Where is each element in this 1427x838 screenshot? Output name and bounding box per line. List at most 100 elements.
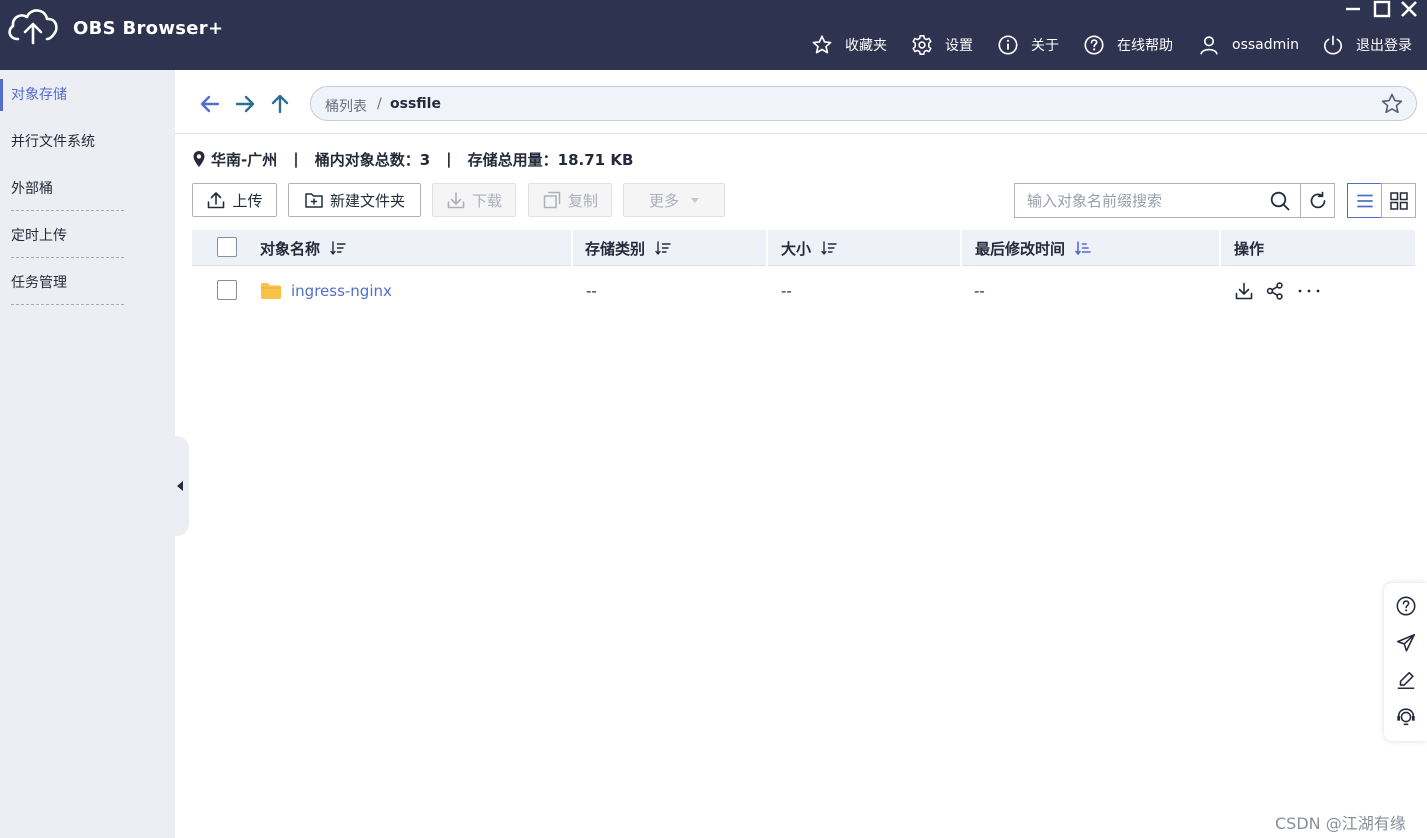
list-view-toggle[interactable]	[1347, 183, 1382, 218]
title-bar: OBS Browser+ 收藏夹 设置 关于 在线帮助 ossadmin 退出登…	[0, 0, 1427, 70]
select-all-checkbox[interactable]	[217, 237, 237, 257]
feedback-edit-icon[interactable]	[1395, 669, 1417, 691]
column-header-last-modified[interactable]: 最后修改时间	[975, 230, 1091, 266]
location-pin-icon	[193, 151, 205, 167]
column-divider	[571, 230, 573, 266]
upload-label: 上传	[232, 191, 263, 210]
search-input[interactable]	[1015, 184, 1263, 217]
column-header-label: 存储类别	[585, 239, 646, 258]
sidebar-item-external-bucket[interactable]: 外部桶	[0, 173, 175, 205]
more-label: 更多	[648, 191, 679, 210]
cloud-upload-logo-icon	[8, 9, 58, 45]
send-icon[interactable]	[1395, 632, 1417, 654]
refresh-button[interactable]	[1300, 183, 1335, 218]
more-options-icon[interactable]	[1296, 281, 1322, 301]
info-separator: |	[446, 150, 452, 168]
table-row[interactable]: ingress-nginx -- -- --	[192, 270, 1415, 312]
search-icon[interactable]	[1269, 190, 1291, 212]
about-link[interactable]: 关于	[997, 33, 1059, 57]
favorites-label: 收藏夹	[845, 38, 887, 54]
sort-active-icon[interactable]	[1075, 240, 1091, 256]
sort-icon[interactable]	[655, 240, 671, 256]
back-arrow-icon[interactable]	[198, 92, 222, 116]
gear-icon	[912, 35, 932, 55]
sidebar: 对象存储 并行文件系统 外部桶 定时上传 任务管理	[0, 70, 175, 838]
about-label: 关于	[1031, 38, 1059, 54]
grid-view-toggle[interactable]	[1381, 183, 1416, 218]
download-button[interactable]: 下载	[432, 183, 516, 217]
user-icon	[1200, 36, 1218, 55]
breadcrumb-bucket-list[interactable]: 桶列表	[325, 96, 367, 116]
online-help-link[interactable]: 在线帮助	[1083, 33, 1173, 57]
download-icon[interactable]	[1234, 281, 1254, 301]
more-dropdown[interactable]: 更多	[623, 183, 725, 217]
column-header-label: 最后修改时间	[975, 239, 1066, 258]
up-arrow-icon[interactable]	[268, 92, 292, 116]
user-menu[interactable]: ossadmin	[1198, 33, 1299, 57]
sort-icon[interactable]	[821, 240, 837, 256]
size-cell: --	[781, 282, 792, 300]
sidebar-divider	[11, 257, 124, 258]
power-icon	[1323, 35, 1343, 55]
maximize-icon[interactable]	[1371, 0, 1393, 20]
minimize-icon[interactable]	[1342, 0, 1364, 20]
column-header-storage-class[interactable]: 存储类别	[585, 230, 671, 266]
share-icon[interactable]	[1265, 281, 1285, 301]
search-box	[1014, 183, 1301, 218]
download-label: 下载	[471, 191, 502, 210]
info-separator: |	[293, 150, 299, 168]
sidebar-collapse-handle[interactable]	[175, 436, 189, 536]
close-icon[interactable]	[1398, 0, 1420, 20]
forward-arrow-icon[interactable]	[233, 92, 257, 116]
online-help-label: 在线帮助	[1117, 38, 1173, 54]
sidebar-item-scheduled-upload[interactable]: 定时上传	[0, 220, 175, 252]
sidebar-item-parallel-fs[interactable]: 并行文件系统	[0, 126, 175, 158]
customer-service-icon[interactable]	[1395, 706, 1417, 728]
help-circle-icon[interactable]	[1395, 595, 1417, 617]
list-view-icon	[1357, 194, 1373, 208]
watermark: CSDN @江湖有缘	[1275, 814, 1406, 833]
sort-icon[interactable]	[330, 240, 346, 256]
breadcrumb-separator: /	[377, 96, 382, 112]
path-bar[interactable]: 桶列表 / ossfile	[310, 86, 1417, 121]
column-divider	[766, 230, 768, 266]
copy-label: 复制	[567, 191, 598, 210]
new-folder-icon	[305, 193, 323, 208]
column-header-size[interactable]: 大小	[781, 230, 837, 266]
table-header: 对象名称 存储类别 大小 最后修改时间 操作	[192, 230, 1415, 266]
star-icon	[812, 35, 832, 54]
settings-label: 设置	[945, 38, 973, 54]
new-folder-button[interactable]: 新建文件夹	[288, 183, 421, 217]
copy-button[interactable]: 复制	[528, 183, 612, 217]
caret-down-icon	[691, 197, 699, 203]
grid-view-icon	[1390, 192, 1408, 210]
app-title: OBS Browser+	[73, 18, 224, 39]
settings-link[interactable]: 设置	[911, 33, 973, 57]
object-name-link[interactable]: ingress-nginx	[291, 282, 392, 300]
bucket-storage-used: 存储总用量：18.71 KB	[467, 150, 634, 169]
refresh-icon	[1310, 191, 1326, 209]
sidebar-divider	[11, 210, 124, 211]
upload-button[interactable]: 上传	[192, 183, 277, 217]
sidebar-divider	[11, 304, 124, 305]
last-modified-cell: --	[974, 282, 985, 300]
sidebar-item-task-management[interactable]: 任务管理	[0, 267, 175, 299]
logout-link[interactable]: 退出登录	[1322, 33, 1412, 57]
add-favorite-star-icon[interactable]	[1380, 92, 1404, 116]
new-folder-label: 新建文件夹	[329, 191, 405, 210]
logout-label: 退出登录	[1356, 38, 1412, 54]
upload-icon	[208, 192, 225, 209]
column-header-label: 操作	[1234, 239, 1265, 258]
favorites-link[interactable]: 收藏夹	[811, 33, 887, 57]
bucket-object-count: 桶内对象总数：3	[314, 150, 431, 169]
storage-class-cell: --	[586, 282, 597, 300]
copy-icon	[543, 191, 561, 209]
breadcrumb-current: ossfile	[390, 96, 441, 112]
bucket-region: 华南-广州	[211, 150, 278, 169]
username-label: ossadmin	[1232, 37, 1300, 53]
header-divider	[175, 133, 1427, 134]
row-checkbox[interactable]	[217, 280, 237, 300]
column-header-name[interactable]: 对象名称	[260, 230, 346, 266]
download-icon	[447, 192, 465, 209]
sidebar-item-object-storage[interactable]: 对象存储	[0, 79, 175, 111]
